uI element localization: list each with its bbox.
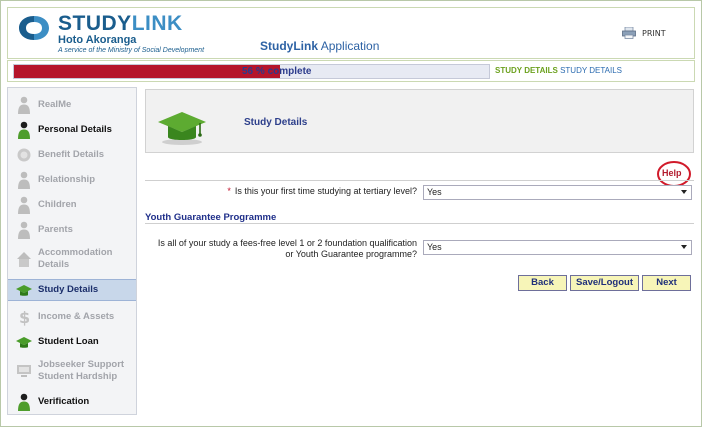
- studylink-logo-icon: [19, 16, 49, 40]
- breadcrumb-current: STUDY DETAILS: [495, 66, 558, 75]
- graduation-cap-icon: [158, 112, 206, 145]
- help-link[interactable]: Help: [656, 160, 692, 188]
- graduation-cap-icon: [16, 337, 32, 348]
- chevron-down-icon: [681, 190, 687, 194]
- section-header: Study Details: [145, 89, 694, 153]
- print-button[interactable]: PRINT: [622, 27, 666, 39]
- house-icon: [17, 252, 31, 267]
- printer-icon: [622, 27, 636, 39]
- back-button[interactable]: Back: [518, 275, 567, 291]
- sidebar-nav: RealMe Personal Details Benefit Details …: [7, 87, 137, 415]
- sidebar-item-verification[interactable]: Verification: [8, 391, 136, 413]
- divider: [145, 180, 694, 181]
- sidebar-item-jobseeker-support[interactable]: Jobseeker Support Student Hardship: [8, 356, 136, 386]
- save-logout-button[interactable]: Save/Logout: [570, 275, 639, 291]
- help-label: Help: [662, 168, 682, 178]
- sidebar-item-accommodation-details[interactable]: Accommodation Details: [8, 244, 136, 274]
- sidebar-item-relationship[interactable]: Relationship: [8, 169, 136, 191]
- fees-free-select[interactable]: Yes: [423, 240, 692, 255]
- app-title: StudyLink Application: [260, 39, 380, 53]
- person-icon: [18, 96, 30, 114]
- person-icon: [18, 121, 30, 139]
- breadcrumb: STUDY DETAILS STUDY DETAILS: [495, 66, 622, 75]
- divider: [145, 223, 694, 224]
- sidebar-item-study-details[interactable]: Study Details: [8, 279, 136, 301]
- required-marker: *: [227, 186, 231, 196]
- breadcrumb-next[interactable]: STUDY DETAILS: [560, 66, 622, 75]
- sidebar-item-realme[interactable]: RealMe: [8, 94, 136, 116]
- logo-wordmark: STUDYLINK: [58, 12, 183, 35]
- person-icon: [18, 171, 30, 189]
- person-icon: [18, 221, 30, 239]
- logo-subtitle: Hoto Akoranga: [58, 34, 137, 46]
- youth-guarantee-heading: Youth Guarantee Programme: [145, 212, 277, 223]
- svg-text:$: $: [19, 308, 30, 326]
- print-label: PRINT: [642, 28, 666, 38]
- header: STUDYLINK Hoto Akoranga A service of the…: [7, 7, 695, 59]
- sidebar-item-student-loan[interactable]: Student Loan: [8, 331, 136, 353]
- graduation-cap-icon: [16, 285, 32, 296]
- next-button[interactable]: Next: [642, 275, 691, 291]
- question-fees-free-label: Is all of your study a fees-free level 1…: [157, 238, 417, 259]
- coin-icon: [17, 148, 31, 162]
- progress-fill: [14, 65, 280, 78]
- section-title: Study Details: [244, 117, 308, 128]
- sidebar-item-parents[interactable]: Parents: [8, 219, 136, 241]
- chevron-down-icon: [681, 245, 687, 249]
- sidebar-item-income-assets[interactable]: $ Income & Assets: [8, 306, 136, 328]
- person-icon: [18, 196, 30, 214]
- sidebar-item-personal-details[interactable]: Personal Details: [8, 119, 136, 141]
- sidebar-item-benefit-details[interactable]: Benefit Details: [8, 144, 136, 166]
- person-icon: [18, 393, 30, 411]
- progress-bar-panel: 56 % complete STUDY DETAILS STUDY DETAIL…: [7, 60, 695, 82]
- application-window: STUDYLINK Hoto Akoranga A service of the…: [0, 0, 702, 427]
- computer-icon: [17, 365, 31, 377]
- first-time-tertiary-select[interactable]: Yes: [423, 185, 692, 200]
- sidebar-item-children[interactable]: Children: [8, 194, 136, 216]
- dollar-icon: $: [19, 308, 30, 326]
- logo-tagline: A service of the Ministry of Social Deve…: [58, 47, 205, 54]
- progress-track: 56 % complete: [13, 64, 490, 79]
- progress-label: 56 % complete: [242, 66, 312, 77]
- question-first-time-tertiary-label: * Is this your first time studying at ter…: [227, 186, 417, 196]
